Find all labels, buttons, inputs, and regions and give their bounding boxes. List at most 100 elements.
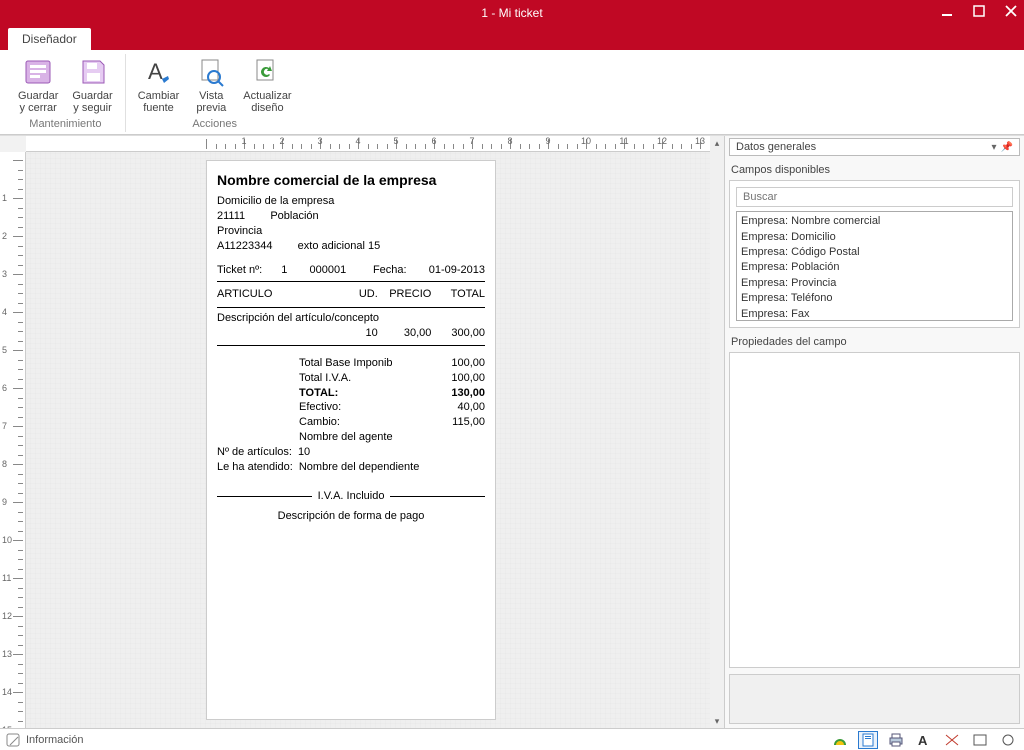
line-total: 300,00 [431, 326, 485, 341]
close-button[interactable] [1002, 2, 1020, 20]
title-bar: 1 - Mi ticket [0, 0, 1024, 26]
city: Población [270, 209, 318, 224]
minimize-button[interactable] [938, 2, 956, 20]
toolbar-printer-icon[interactable] [886, 731, 906, 749]
toolbar-cut-icon[interactable] [942, 731, 962, 749]
t-change-v: 115,00 [435, 415, 485, 430]
refresh-design-button[interactable]: Actualizar diseño [239, 54, 295, 116]
col-price: PRECIO [378, 285, 432, 304]
change-font-button[interactable]: A Cambiar fuente [134, 54, 184, 116]
svg-text:A: A [148, 59, 163, 84]
save-continue-button[interactable]: Guardar y seguir [68, 54, 116, 116]
save-close-button[interactable]: Guardar y cerrar [14, 54, 62, 116]
line-desc: Descripción del artículo/concepto [217, 311, 485, 326]
t-base-k: Total Base Imponib [299, 356, 419, 371]
n-art-v: 10 [298, 445, 310, 460]
panel-title: Datos generales [736, 141, 816, 153]
pin-icon[interactable]: 📌 [1001, 142, 1013, 153]
refresh-label: Actualizar diseño [243, 90, 291, 114]
preview-icon [195, 56, 227, 88]
province: Provincia [217, 224, 485, 239]
t-total-k: TOTAL: [299, 386, 419, 401]
iva-incl: I.V.A. Incluido [318, 489, 385, 504]
ruler-vertical: 12345678910111213141516 [0, 152, 26, 728]
agent: Nombre del agente [299, 430, 419, 445]
change-font-label: Cambiar fuente [138, 90, 180, 114]
items-table: ARTICULO UD. PRECIO TOTAL [217, 285, 485, 304]
info-icon [6, 733, 20, 747]
field-item[interactable]: Empresa: Domicilio [741, 230, 1008, 245]
maximize-button[interactable] [970, 2, 988, 20]
field-list[interactable]: Empresa: Nombre comercialEmpresa: Domici… [736, 211, 1013, 321]
vertical-scrollbar[interactable]: ▴ ▾ [710, 136, 724, 728]
field-item[interactable]: Empresa: Población [741, 260, 1008, 275]
date-value: 01-09-2013 [429, 263, 485, 278]
tab-designer[interactable]: Diseñador [8, 28, 91, 50]
date-label: Fecha: [373, 263, 407, 278]
t-cash-v: 40,00 [435, 400, 485, 415]
postal: 21111 [217, 209, 245, 224]
n-art-k: Nº de artículos: [217, 445, 292, 460]
ribbon: Guardar y cerrar Guardar y seguir Manten… [0, 50, 1024, 135]
fields-section-label: Campos disponibles [729, 164, 1020, 176]
toolbar-rect-icon[interactable] [970, 731, 990, 749]
col-ud: UD. [338, 285, 378, 304]
field-item[interactable]: Empresa: Código Postal [741, 245, 1008, 260]
toolbar-text-icon[interactable]: A [914, 731, 934, 749]
canvas[interactable]: Nombre comercial de la empresa Domicilio… [26, 152, 710, 728]
t-iva-k: Total I.V.A. [299, 371, 419, 386]
preview-label: Vista previa [196, 90, 226, 114]
panel-header[interactable]: Datos generales ▾ 📌 [729, 138, 1020, 156]
line-ud: 10 [338, 326, 378, 341]
field-item[interactable]: Empresa: Provincia [741, 276, 1008, 291]
status-info: Información [26, 734, 83, 746]
extra-text: exto adicional 15 [298, 239, 381, 254]
ticket-num: 000001 [310, 263, 347, 278]
scroll-down-icon[interactable]: ▾ [710, 714, 724, 728]
toolbar-colors-icon[interactable] [830, 731, 850, 749]
status-bar: Información A [0, 728, 1024, 750]
toolbar-circle-icon[interactable] [998, 731, 1018, 749]
ribbon-group-maintenance: Mantenimiento [29, 118, 101, 130]
right-panel: Datos generales ▾ 📌 Campos disponibles E… [724, 136, 1024, 728]
ribbon-group-actions: Acciones [192, 118, 237, 130]
col-article: ARTICULO [217, 285, 338, 304]
preview-button[interactable]: Vista previa [189, 54, 233, 116]
served-v: Nombre del dependiente [299, 460, 419, 475]
design-surface[interactable]: 12345678910111213 1234567891011121314151… [0, 136, 724, 728]
window-title: 1 - Mi ticket [481, 6, 542, 20]
ticket-seq: 1 [281, 263, 287, 278]
t-change-k: Cambio: [299, 415, 419, 430]
t-base-v: 100,00 [435, 356, 485, 371]
tab-strip: Diseñador [0, 26, 1024, 50]
toolbar-page-icon[interactable] [858, 731, 878, 749]
tax-id: A11223344 [217, 239, 272, 254]
ticket-no-label: Ticket nº: [217, 263, 262, 278]
field-item[interactable]: Empresa: Fax [741, 307, 1008, 322]
save-icon [77, 56, 109, 88]
props-section-label: Propiedades del campo [729, 336, 1020, 348]
save-continue-label: Guardar y seguir [72, 90, 112, 114]
svg-text:A: A [918, 733, 928, 747]
save-close-label: Guardar y cerrar [18, 90, 58, 114]
pay-desc: Descripción de forma de pago [217, 509, 485, 524]
ruler-horizontal: 12345678910111213 [26, 136, 710, 152]
font-icon: A [143, 56, 175, 88]
properties-box [729, 352, 1020, 668]
refresh-icon [251, 56, 283, 88]
scroll-up-icon[interactable]: ▴ [710, 136, 724, 150]
line-price: 30,00 [378, 326, 432, 341]
t-total-v: 130,00 [435, 386, 485, 401]
properties-footer-box [729, 674, 1020, 724]
ticket-preview: Nombre comercial de la empresa Domicilio… [206, 160, 496, 720]
served-k: Le ha atendido: [217, 460, 293, 475]
t-cash-k: Efectivo: [299, 400, 419, 415]
field-item[interactable]: Empresa: Nombre comercial [741, 214, 1008, 229]
company-name: Nombre comercial de la empresa [217, 171, 485, 190]
search-input[interactable] [736, 187, 1013, 207]
chevron-down-icon[interactable]: ▾ [992, 142, 997, 153]
col-total: TOTAL [431, 285, 485, 304]
save-close-icon [22, 56, 54, 88]
field-item[interactable]: Empresa: Teléfono [741, 291, 1008, 306]
t-iva-v: 100,00 [435, 371, 485, 386]
